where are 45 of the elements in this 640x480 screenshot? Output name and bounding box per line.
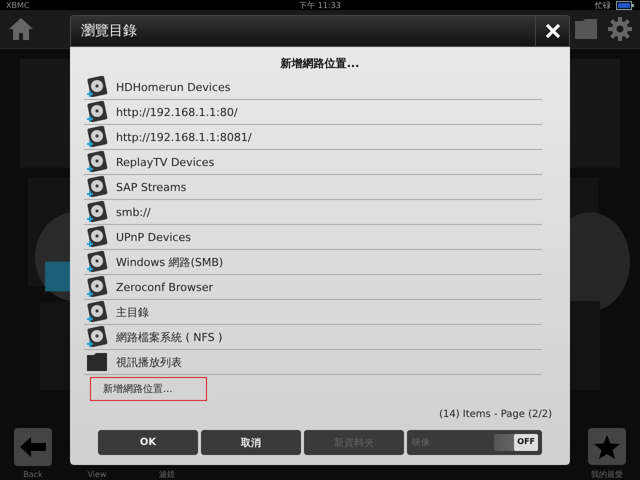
app-name: XBMC [6, 1, 30, 10]
hard-drive-icon [86, 176, 108, 198]
back-button[interactable] [14, 428, 52, 466]
folder-icon[interactable] [574, 18, 598, 40]
hard-drive-icon [86, 226, 108, 248]
favourites-button[interactable] [588, 428, 626, 465]
view-label: View [88, 470, 106, 479]
list-item[interactable]: 主目錄 [84, 300, 542, 325]
hard-drive-icon [86, 101, 108, 123]
back-label: Back [23, 470, 43, 479]
list-item[interactable]: 視訊播放列表 [84, 350, 542, 375]
list-item[interactable]: Zeroconf Browser [84, 275, 542, 300]
hard-drive-icon [86, 276, 108, 298]
star-icon [594, 434, 620, 458]
hard-drive-icon [86, 76, 108, 98]
back-arrow-icon [20, 437, 46, 457]
list-item[interactable]: UPnP Devices [84, 225, 542, 250]
page-info: (14) Items - Page (2/2) [438, 409, 553, 420]
list-item[interactable]: HDHomerun Devices [84, 75, 542, 100]
list-heading: 新增網路位置... [280, 56, 360, 72]
clock: 下午 11:33 [299, 0, 341, 11]
folder-icon [86, 352, 108, 372]
list-item[interactable]: ReplayTV Devices [84, 150, 542, 175]
dialog-button[interactable]: 取消 [201, 430, 301, 455]
filter-label: 濾鏡 [159, 469, 175, 480]
hard-drive-icon [86, 151, 108, 173]
dialog-button[interactable]: OK [98, 430, 198, 455]
close-icon [546, 24, 560, 38]
list-item[interactable]: 新增網路位置... [90, 377, 207, 401]
list-item[interactable]: Windows 網路(SMB) [84, 250, 542, 275]
list-item[interactable]: 網路檔案系統 ( NFS ) [84, 325, 542, 350]
hard-drive-icon [86, 326, 108, 348]
list-item[interactable]: http://192.168.1.1:8081/ [84, 125, 542, 150]
status-text: 忙碌 [595, 0, 611, 11]
list-item[interactable]: http://192.168.1.1:80/ [84, 100, 542, 125]
hard-drive-icon [86, 201, 108, 223]
battery-icon [616, 1, 634, 10]
hard-drive-icon [86, 126, 108, 148]
hard-drive-icon [86, 251, 108, 273]
list-item[interactable]: SAP Streams [84, 175, 542, 200]
hard-drive-icon [86, 301, 108, 323]
home-icon[interactable] [8, 17, 34, 41]
list-item[interactable]: smb:// [84, 200, 542, 225]
dialog-title: 瀏覽目錄 [80, 22, 138, 40]
favourites-label: 我的最愛 [591, 469, 623, 480]
